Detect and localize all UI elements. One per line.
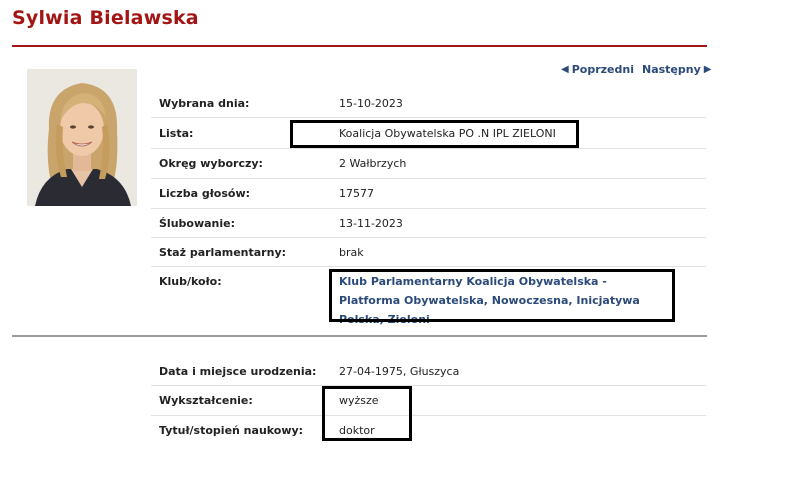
next-link[interactable]: Następny ▶ <box>642 63 711 76</box>
previous-link[interactable]: ◀ Poprzedni <box>561 63 634 76</box>
urodzenie-label: Data i miejsce urodzenia: <box>159 365 317 378</box>
deputy-photo <box>27 69 137 206</box>
wyksztalcenie-label: Wykształcenie: <box>159 394 253 407</box>
tytul-label: Tytuł/stopień naukowy: <box>159 424 304 437</box>
glosy-label: Liczba głosów: <box>159 187 251 200</box>
row-wybrana-dnia: Wybrana dnia: 15-10-2023 <box>151 90 706 118</box>
okreg-label: Okręg wyborczy: <box>159 157 263 170</box>
klub-label: Klub/koło: <box>159 275 222 288</box>
lista-label: Lista: <box>159 127 194 140</box>
triangle-right-icon: ▶ <box>703 64 712 75</box>
glosy-value: 17577 <box>339 187 374 200</box>
triangle-left-icon: ◀ <box>561 64 569 75</box>
row-glosy: Liczba głosów: 17577 <box>151 179 706 209</box>
slubowanie-value: 13-11-2023 <box>339 217 403 230</box>
page-title: Sylwia Bielawska <box>12 7 199 29</box>
row-slubowanie: Ślubowanie: 13-11-2023 <box>151 209 706 238</box>
row-tytul: Tytuł/stopień naukowy: doktor <box>151 416 706 444</box>
previous-label: Poprzedni <box>571 63 634 76</box>
row-okreg: Okręg wyborczy: 2 Wałbrzych <box>151 149 706 179</box>
section-divider <box>12 335 707 337</box>
klub-link[interactable]: Klub Parlamentarny Koalicja Obywatelska … <box>339 272 659 329</box>
okreg-value: 2 Wałbrzych <box>339 157 407 170</box>
wybrana-dnia-label: Wybrana dnia: <box>159 97 250 110</box>
title-divider <box>12 45 707 47</box>
wyksztalcenie-value: wyższe <box>339 394 379 407</box>
row-lista: Lista: Koalicja Obywatelska PO .N IPL ZI… <box>151 118 706 149</box>
wybrana-dnia-value: 15-10-2023 <box>339 97 403 110</box>
row-klub: Klub/koło: Klub Parlamentarny Koalicja O… <box>151 267 706 326</box>
lista-value: Koalicja Obywatelska PO .N IPL ZIELONI <box>339 127 556 140</box>
staz-label: Staż parlamentarny: <box>159 246 287 259</box>
row-wyksztalcenie: Wykształcenie: wyższe <box>151 386 706 416</box>
row-urodzenie: Data i miejsce urodzenia: 27-04-1975, Gł… <box>151 357 706 386</box>
next-label: Następny <box>642 63 701 76</box>
tytul-value: doktor <box>339 424 375 437</box>
row-staz: Staż parlamentarny: brak <box>151 238 706 267</box>
slubowanie-label: Ślubowanie: <box>159 217 236 230</box>
urodzenie-value: 27-04-1975, Głuszyca <box>339 365 460 378</box>
staz-value: brak <box>339 246 364 259</box>
